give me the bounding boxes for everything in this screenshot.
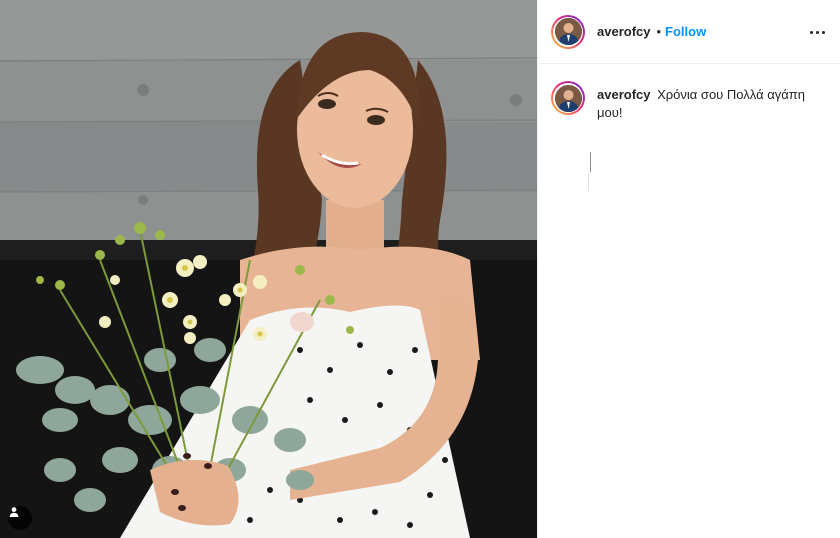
separator-dot: •: [656, 24, 662, 39]
post-caption: averofcy Χρόνια σου Πολλά αγάπη μου!: [551, 81, 831, 122]
caption-username[interactable]: averofcy: [597, 87, 650, 102]
more-horizontal-icon: [809, 30, 813, 34]
instagram-post: averofcy • Follow averofcy Χρόνια σου Πο…: [0, 0, 840, 538]
photo-illustration: [0, 0, 537, 538]
post-photo[interactable]: [0, 0, 537, 538]
more-options-button[interactable]: [805, 22, 829, 42]
divider: [588, 173, 589, 191]
post-side-panel: averofcy • Follow averofcy Χρόνια σου Πο…: [537, 0, 840, 538]
profile-photo: [554, 84, 582, 112]
avatar-image: [554, 84, 582, 112]
profile-photo: [554, 18, 582, 45]
header-username[interactable]: averofcy: [597, 24, 650, 39]
follow-button[interactable]: Follow: [665, 24, 706, 39]
tagged-users-button[interactable]: [8, 506, 32, 530]
avatar-image: [554, 18, 582, 45]
caption-text: averofcy Χρόνια σου Πολλά αγάπη μου!: [597, 86, 819, 122]
user-tag-icon: [9, 507, 19, 517]
header-avatar[interactable]: [551, 14, 585, 49]
post-header: averofcy • Follow: [538, 0, 840, 64]
caption-avatar[interactable]: [551, 81, 585, 115]
text-cursor: [590, 152, 591, 172]
